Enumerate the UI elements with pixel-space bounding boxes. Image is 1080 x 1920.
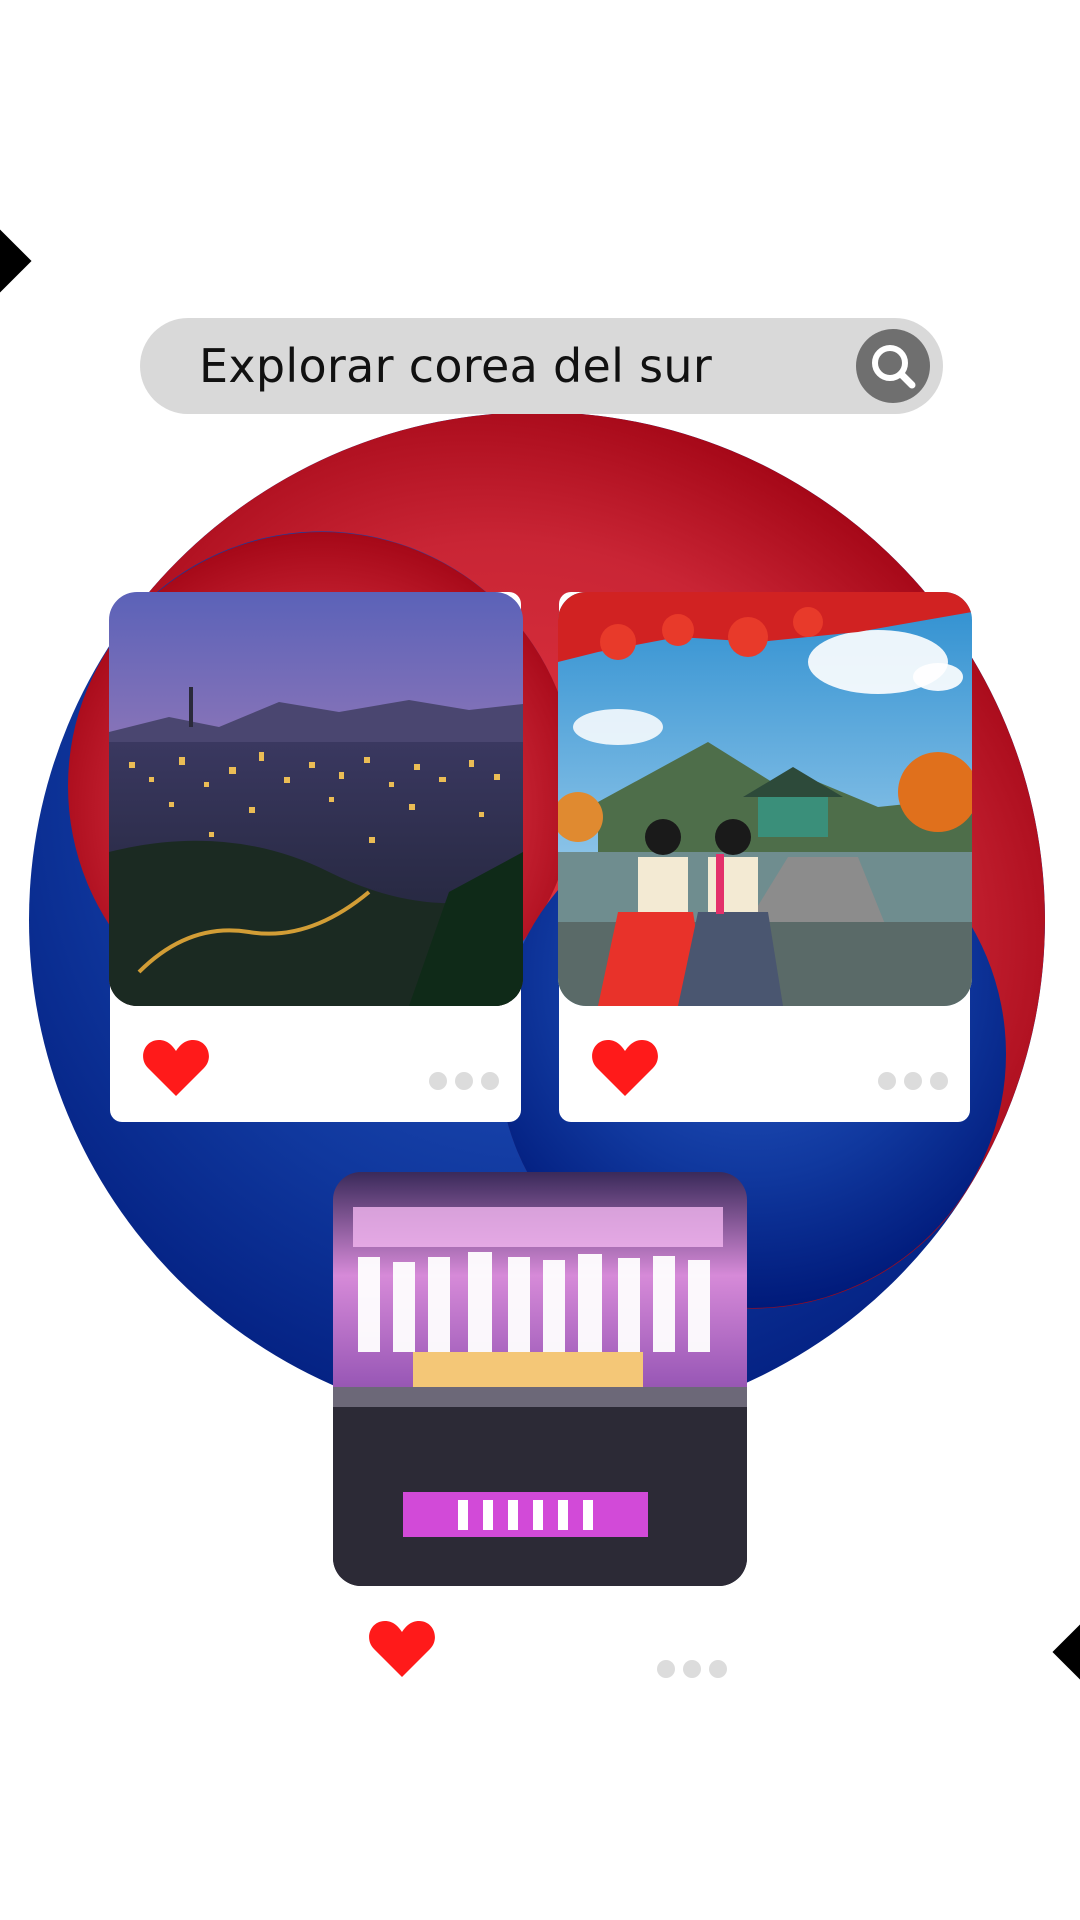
search-input[interactable]: Explorar corea del sur: [199, 318, 712, 414]
search-bar[interactable]: Explorar corea del sur: [140, 318, 943, 414]
heart-icon[interactable]: [591, 1036, 659, 1098]
seoul-night-skyline-photo[interactable]: [109, 592, 523, 1006]
kpop-concert-stage-photo[interactable]: [333, 1172, 747, 1586]
more-dots-icon[interactable]: [429, 1072, 501, 1092]
search-icon: [872, 345, 916, 389]
heart-icon[interactable]: [142, 1036, 210, 1098]
heart-icon[interactable]: [368, 1617, 436, 1679]
more-dots-icon[interactable]: [657, 1660, 729, 1680]
post-card-hanbok[interactable]: [558, 592, 972, 1122]
search-button[interactable]: [856, 329, 930, 403]
post-card-concert[interactable]: [333, 1172, 747, 1586]
more-dots-icon[interactable]: [878, 1072, 950, 1092]
hanbok-palace-autumn-photo[interactable]: [558, 592, 972, 1006]
post-card-seoul[interactable]: [109, 592, 523, 1122]
